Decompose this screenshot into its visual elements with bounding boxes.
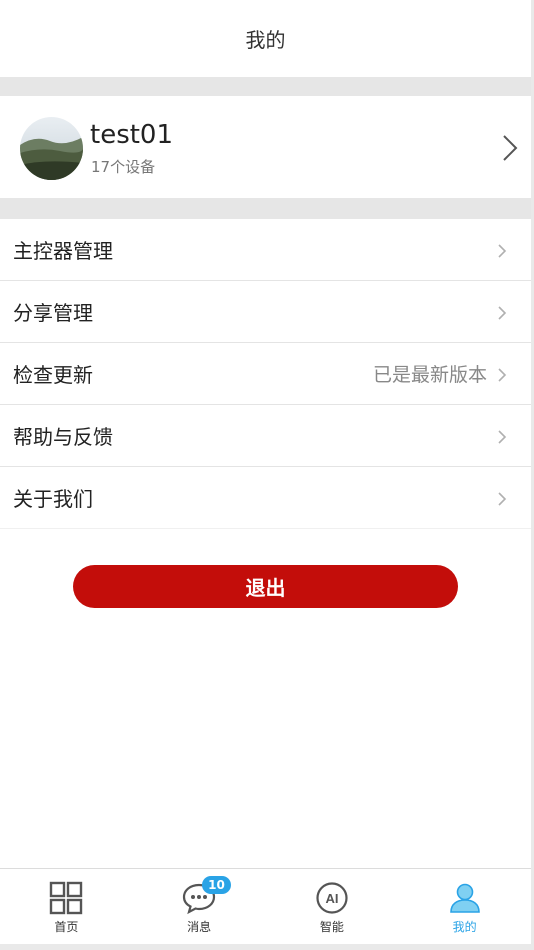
bottom-edge — [0, 944, 534, 950]
page-title: 我的 — [245, 28, 286, 52]
avatar-landscape-image — [20, 117, 83, 180]
logout-button[interactable]: 退出 — [73, 565, 458, 608]
ai-icon: AI — [316, 882, 348, 914]
menu-item-label: 主控器管理 — [13, 239, 113, 263]
chevron-right-icon[interactable] — [500, 133, 520, 163]
message-count-badge: 10 — [202, 876, 231, 894]
chevron-right-icon — [498, 306, 507, 320]
top-bar: 我的 — [0, 0, 531, 77]
device-count: 17个设备 — [91, 158, 156, 176]
svg-text:AI: AI — [325, 891, 338, 906]
update-status: 已是最新版本 — [372, 364, 487, 386]
menu-item-controller-management[interactable]: 主控器管理 — [0, 219, 531, 281]
tab-messages[interactable]: 消息 — [133, 869, 266, 945]
tab-label: 首页 — [54, 920, 79, 934]
bottom-tab-bar: 首页 消息 AI 智能 我的 — [0, 868, 531, 945]
chevron-right-icon — [498, 492, 507, 506]
grid-icon — [50, 881, 83, 915]
tab-label: 我的 — [452, 920, 477, 934]
tab-label: 智能 — [319, 920, 344, 934]
section-divider — [0, 77, 531, 96]
menu-item-help-feedback[interactable]: 帮助与反馈 — [0, 405, 531, 467]
menu-item-check-update[interactable]: 检查更新 已是最新版本 — [0, 343, 531, 405]
settings-menu: 主控器管理 分享管理 检查更新 已是最新版本 帮助与反馈 关于我们 — [0, 219, 531, 529]
chevron-right-icon — [498, 368, 507, 382]
section-divider — [0, 198, 531, 219]
tab-home[interactable]: 首页 — [0, 869, 133, 945]
menu-item-about-us[interactable]: 关于我们 — [0, 467, 531, 529]
menu-item-label: 帮助与反馈 — [13, 425, 113, 449]
profile-name: test01 — [90, 120, 174, 150]
menu-item-label: 检查更新 — [13, 363, 93, 387]
menu-item-share-management[interactable]: 分享管理 — [0, 281, 531, 343]
tab-smart[interactable]: AI 智能 — [266, 869, 399, 945]
chevron-right-icon — [498, 430, 507, 444]
tab-mine[interactable]: 我的 — [398, 869, 531, 945]
avatar[interactable] — [20, 117, 83, 180]
tab-label: 消息 — [187, 920, 212, 934]
user-icon — [449, 883, 480, 913]
menu-item-label: 分享管理 — [13, 301, 93, 325]
chevron-right-icon — [498, 244, 507, 258]
menu-item-label: 关于我们 — [13, 487, 93, 511]
